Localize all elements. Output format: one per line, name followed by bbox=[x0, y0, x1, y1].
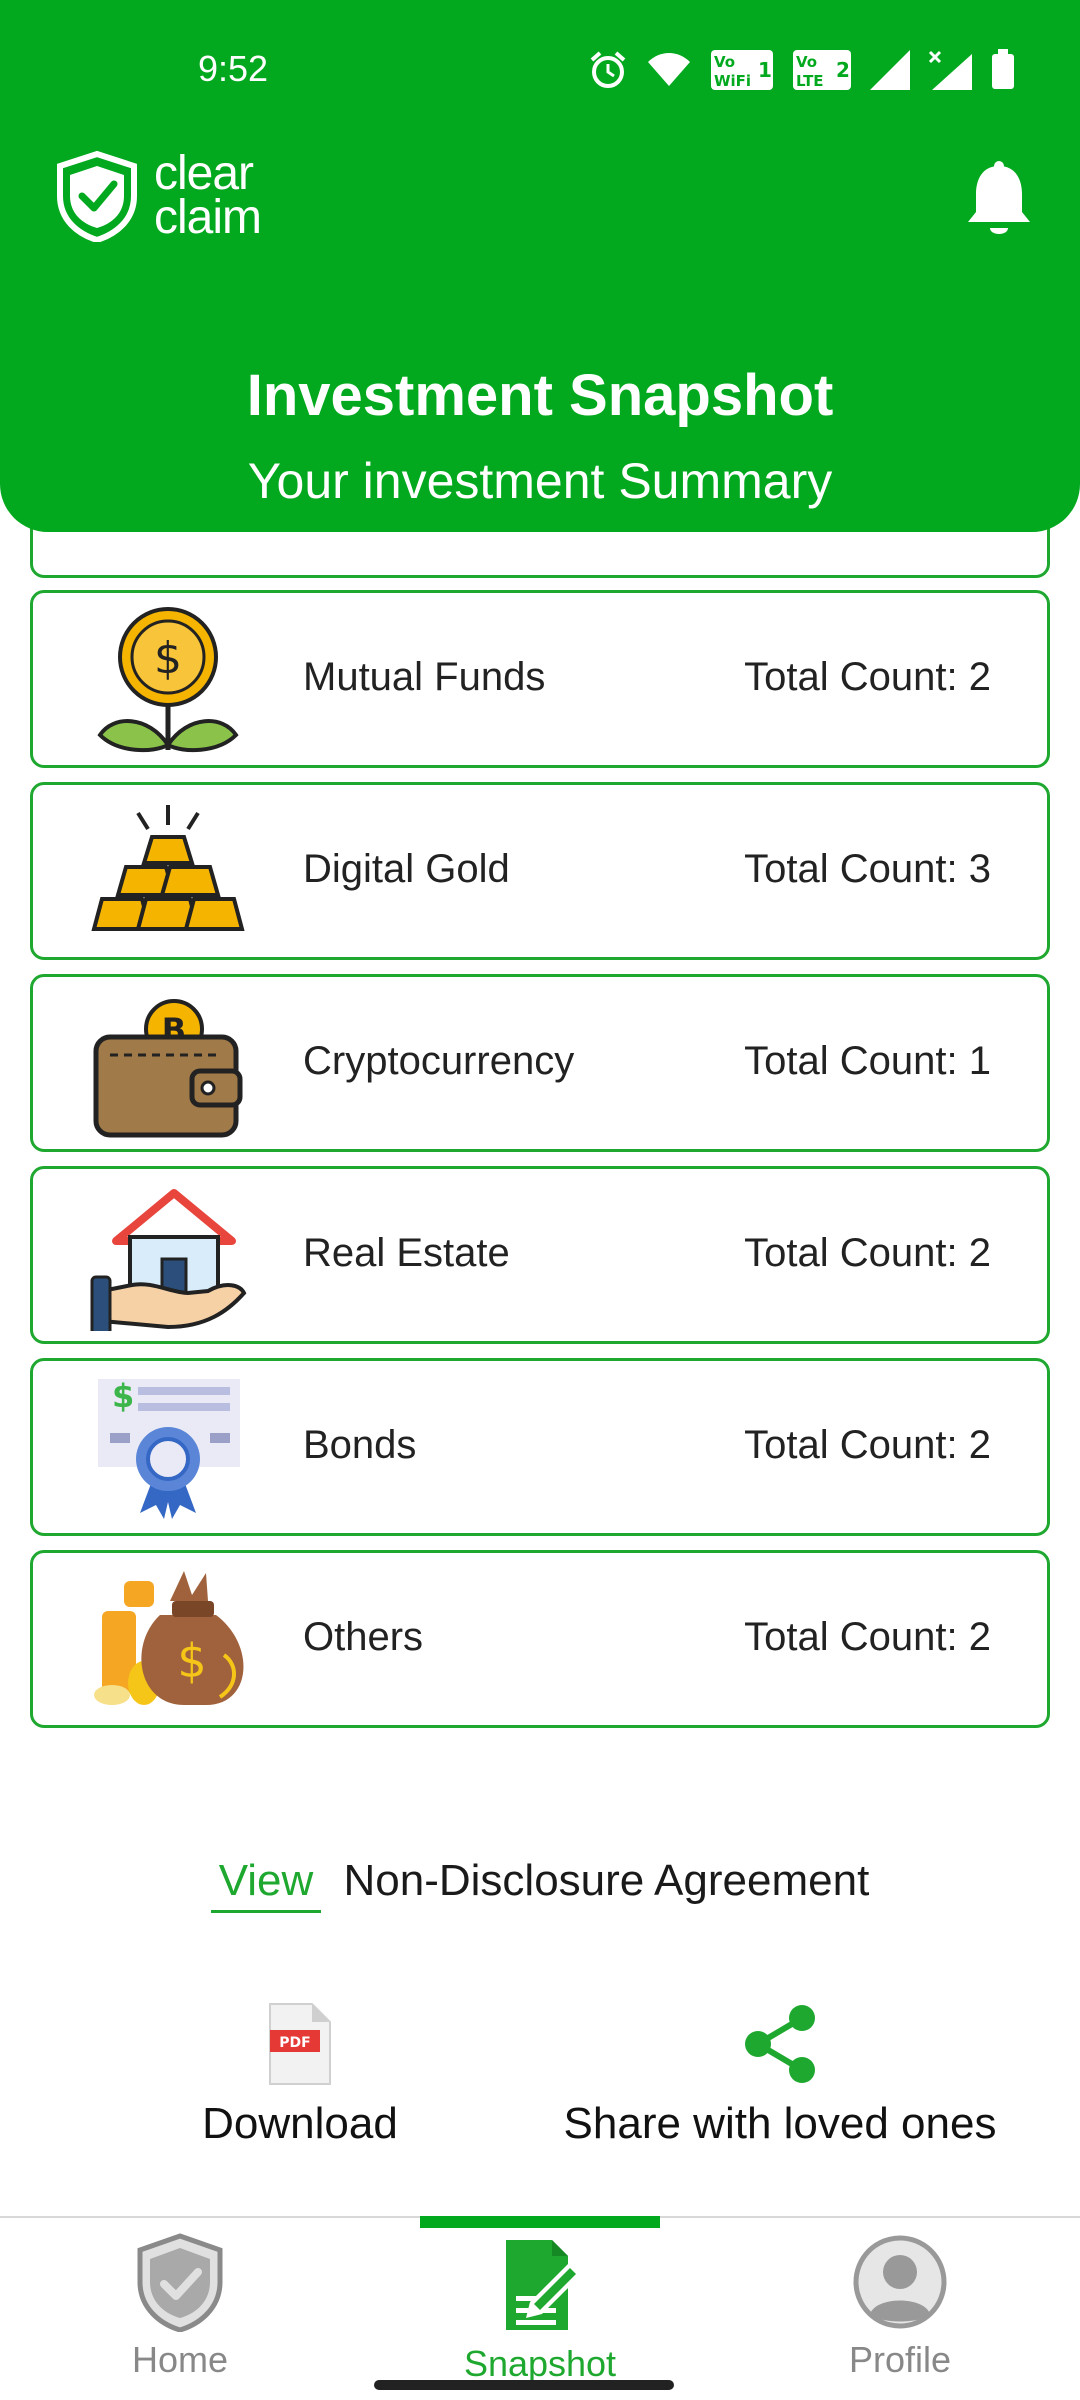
nav-home-label: Home bbox=[131, 2339, 229, 2380]
investment-card-mutual-funds[interactable]: $ Mutual Funds Total Count: 2 bbox=[30, 590, 1050, 768]
signal-icon bbox=[870, 50, 910, 90]
investment-card-bonds[interactable]: $ Bonds Total Count: 2 bbox=[30, 1358, 1050, 1536]
status-time: 9:52 bbox=[198, 48, 269, 89]
nav-snapshot[interactable]: Snapshot bbox=[390, 2232, 690, 2385]
investment-count: Total Count: 2 bbox=[744, 1231, 991, 1275]
volte-icon: Vo LTE 2 bbox=[793, 50, 851, 90]
investment-name: Real Estate bbox=[303, 1231, 510, 1275]
page-subtitle: Your investment Summary bbox=[247, 453, 833, 509]
volte-sim: 2 bbox=[836, 58, 850, 82]
investment-card-others[interactable]: $ Others Total Count: 2 bbox=[30, 1550, 1050, 1728]
vowifi-vo: Vo bbox=[714, 53, 735, 71]
nda-row: View Non-Disclosure Agreement bbox=[0, 1856, 1080, 1913]
share-label: Share with loved ones bbox=[563, 2099, 997, 2148]
signal-x-icon bbox=[928, 50, 972, 90]
investment-name: Mutual Funds bbox=[303, 655, 546, 699]
logo-line1: clear bbox=[154, 147, 254, 200]
view-nda-link[interactable]: View bbox=[210, 1856, 322, 1913]
pdf-badge-label: PDF bbox=[279, 2035, 310, 2051]
investment-name: Bonds bbox=[303, 1423, 417, 1467]
active-tab-indicator bbox=[420, 2216, 660, 2228]
app-header: 9:52 Vo WiFi 1 Vo LTE 2 clear claim Inve… bbox=[0, 0, 1080, 532]
shield-check-icon bbox=[137, 2233, 223, 2333]
investment-name: Cryptocurrency bbox=[303, 1039, 575, 1083]
investment-count: Total Count: 2 bbox=[744, 1423, 991, 1467]
investment-card-digital-gold[interactable]: Digital Gold Total Count: 3 bbox=[30, 782, 1050, 960]
nda-label: Non-Disclosure Agreement bbox=[343, 1856, 870, 1905]
nav-snapshot-label: Snapshot bbox=[463, 2343, 617, 2384]
investment-count: Total Count: 1 bbox=[744, 1039, 991, 1083]
house-hand-icon bbox=[90, 1189, 247, 1331]
investment-count: Total Count: 2 bbox=[744, 1615, 991, 1659]
svg-text:$: $ bbox=[177, 1634, 206, 1688]
svg-text:$: $ bbox=[154, 633, 182, 684]
investment-count: Total Count: 3 bbox=[744, 847, 991, 891]
pdf-file-icon: PDF bbox=[269, 2003, 331, 2085]
battery-icon bbox=[992, 49, 1014, 89]
vowifi-sim: 1 bbox=[758, 58, 772, 82]
nav-home[interactable]: Home bbox=[30, 2232, 330, 2381]
download-label: Download bbox=[202, 2099, 398, 2148]
document-edit-icon bbox=[506, 2240, 582, 2330]
clear-claim-logo: clear claim bbox=[54, 147, 262, 244]
svg-text:$: $ bbox=[112, 1377, 134, 1415]
share-button[interactable]: Share with loved ones bbox=[540, 2002, 1020, 2149]
investment-name: Digital Gold bbox=[303, 847, 510, 891]
nav-profile-label: Profile bbox=[848, 2339, 952, 2380]
gesture-bar bbox=[374, 2380, 674, 2390]
gold-bars-icon bbox=[91, 805, 245, 931]
page-title: Investment Snapshot bbox=[246, 363, 834, 428]
investment-count: Total Count: 2 bbox=[744, 655, 991, 699]
logo-line2: claim bbox=[154, 191, 262, 244]
profile-avatar-icon bbox=[853, 2235, 947, 2329]
wifi-icon bbox=[648, 53, 690, 86]
investment-name: Others bbox=[303, 1615, 424, 1659]
money-bag-icon: $ bbox=[94, 1571, 244, 1705]
vowifi-icon: Vo WiFi 1 bbox=[711, 50, 773, 90]
vowifi-wifi: WiFi bbox=[714, 72, 751, 90]
bond-certificate-icon: $ bbox=[98, 1377, 240, 1519]
bottom-nav: Home Snapshot Profile bbox=[0, 2216, 1080, 2400]
volte-vo: Vo bbox=[796, 53, 817, 71]
investment-card-real-estate[interactable]: Real Estate Total Count: 2 bbox=[30, 1166, 1050, 1344]
status-bar: 9:52 Vo WiFi 1 Vo LTE 2 bbox=[0, 0, 1080, 140]
bell-icon[interactable] bbox=[966, 160, 1032, 240]
download-button[interactable]: PDF Download bbox=[160, 2002, 440, 2149]
money-plant-icon: $ bbox=[97, 607, 239, 753]
status-icons: Vo WiFi 1 Vo LTE 2 bbox=[588, 44, 1016, 96]
investment-card-cryptocurrency[interactable]: B Cryptocurrency Total Count: 1 bbox=[30, 974, 1050, 1152]
volte-lte: LTE bbox=[796, 72, 824, 90]
crypto-wallet-icon: B bbox=[93, 999, 243, 1138]
share-icon bbox=[745, 2005, 815, 2083]
shield-check-icon bbox=[57, 150, 137, 242]
alarm-icon bbox=[590, 51, 626, 88]
nav-profile[interactable]: Profile bbox=[750, 2232, 1050, 2381]
